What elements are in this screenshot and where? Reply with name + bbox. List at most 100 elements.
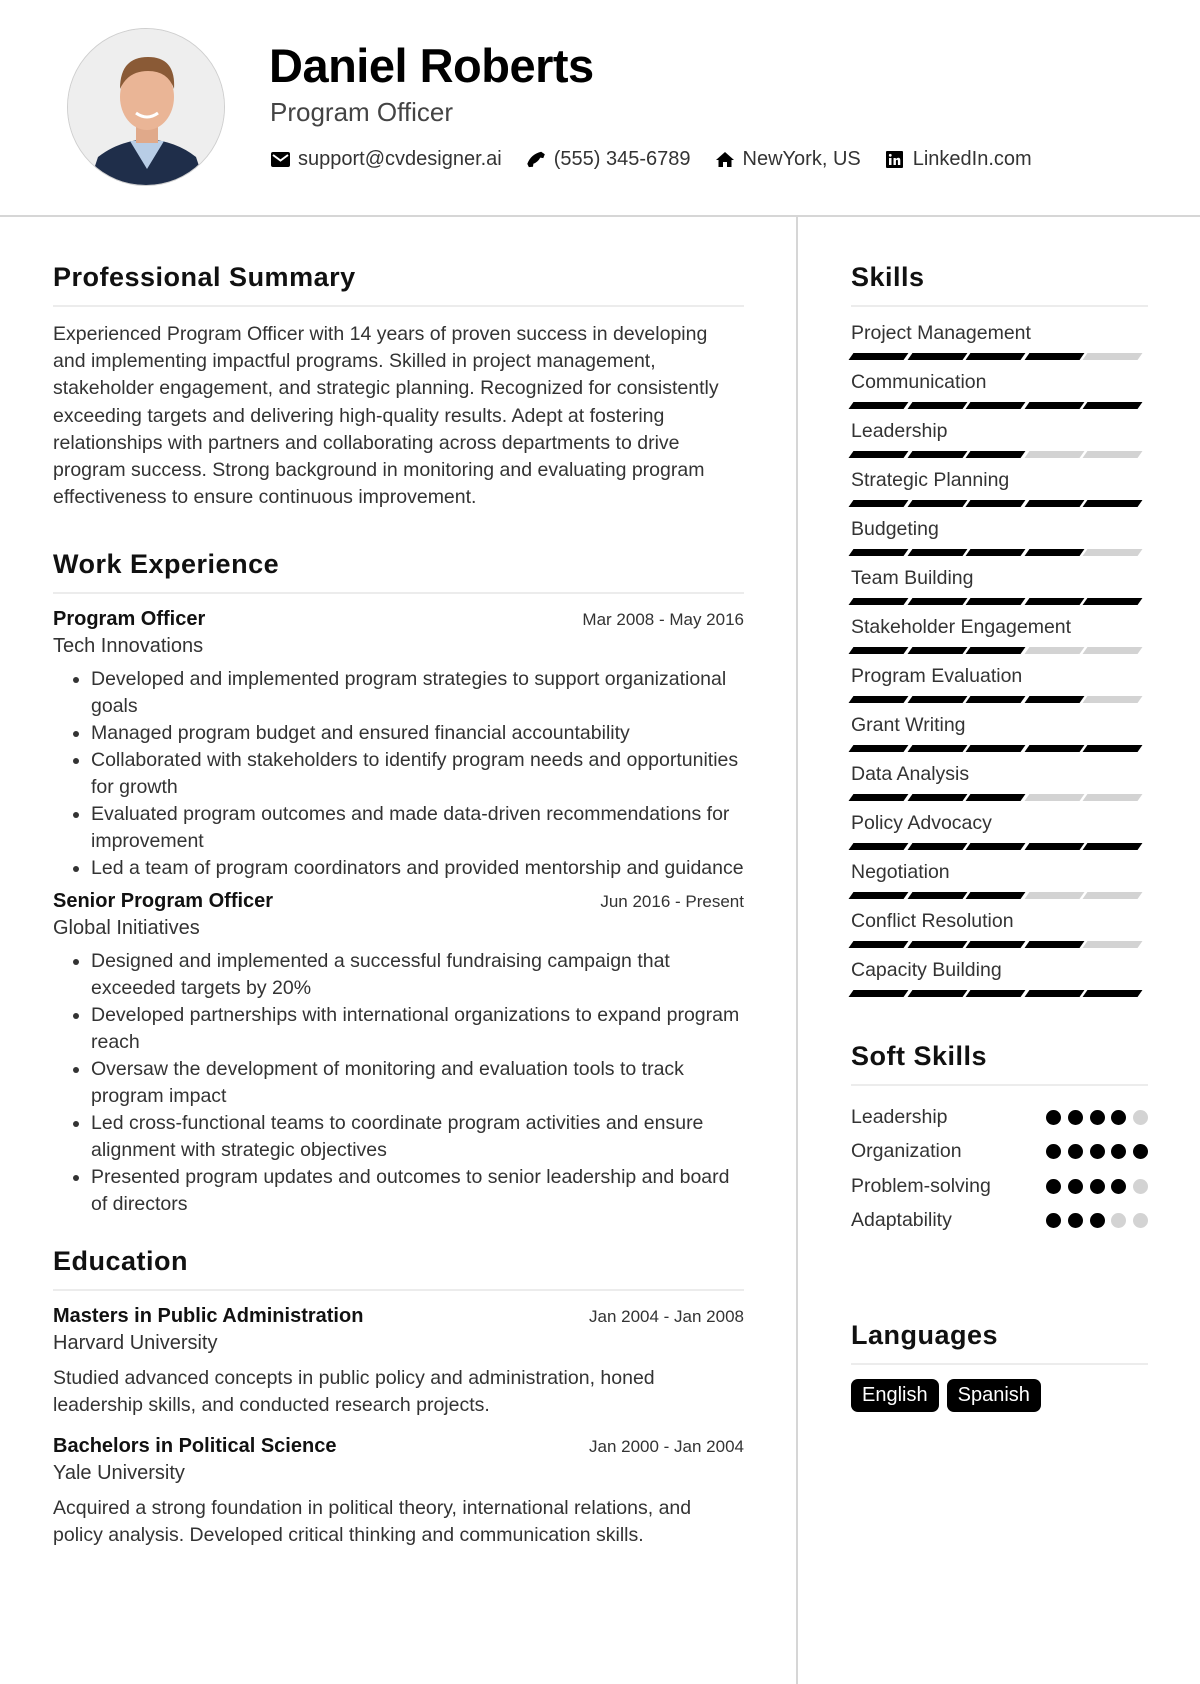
education-description: Studied advanced concepts in public poli…	[53, 1367, 655, 1417]
degree-title: Bachelors in Political Science	[53, 1435, 337, 1458]
skill-segment-filled	[907, 794, 967, 801]
person-portrait-icon	[68, 29, 224, 185]
skill-segment-filled	[848, 941, 909, 948]
skill-level-bar	[848, 451, 1148, 458]
main-column: Professional Summary Experienced Program…	[53, 262, 744, 1565]
job-title: Program Officer	[53, 608, 206, 631]
skill-segment-filled	[848, 794, 909, 801]
education-header: Bachelors in Political Science Jan 2000 -…	[53, 1435, 744, 1458]
contact-location[interactable]: NewYork, US	[715, 148, 861, 171]
job-entry: Program Officer Mar 2008 - May 2016 Tech I…	[53, 608, 744, 882]
skill-name: Conflict Resolution	[851, 910, 1014, 932]
skill-item: Strategic Planning	[848, 468, 1148, 507]
skill-segment-empty	[1082, 696, 1143, 703]
section-heading: Soft Skills	[851, 1041, 1148, 1086]
contact-list: support@cvdesigner.ai (555) 345-6789 New…	[270, 148, 1056, 171]
job-bullet: Led cross-functional teams to coordinate…	[91, 1110, 744, 1164]
skill-segment-filled	[848, 990, 909, 997]
skill-segment-filled	[1024, 353, 1084, 360]
rating-dot-empty-icon	[1133, 1178, 1148, 1194]
skill-list: Project Management Communication Leadershi…	[848, 321, 1148, 997]
job-dates: Mar 2008 - May 2016	[582, 610, 744, 630]
skill-item: Negotiation	[848, 860, 1148, 899]
skill-name: Grant Writing	[851, 714, 966, 736]
education-entry: Masters in Public Administration Jan 2004…	[53, 1305, 744, 1419]
candidate-title: Program Officer	[270, 97, 454, 127]
skill-segment-filled	[907, 696, 967, 703]
skill-segment-empty	[1024, 794, 1084, 801]
skill-name: Budgeting	[851, 518, 939, 540]
section-heading: Work Experience	[53, 549, 744, 595]
summary-section: Professional Summary Experienced Program…	[53, 262, 744, 511]
skill-segment-filled	[848, 598, 909, 605]
phone-icon	[526, 150, 546, 170]
skill-segment-filled	[848, 647, 909, 654]
contact-phone[interactable]: (555) 345-6789	[526, 148, 691, 171]
skill-item: Budgeting	[848, 517, 1148, 556]
education-entry: Bachelors in Political Science Jan 2000 -…	[53, 1435, 744, 1549]
job-bullet: Developed and implemented program strate…	[91, 666, 744, 720]
education-header: Masters in Public Administration Jan 2004…	[53, 1305, 744, 1328]
rating-dot-filled-icon	[1089, 1144, 1105, 1160]
education-description: Acquired a strong foundation in politica…	[53, 1497, 692, 1547]
candidate-name: Daniel Roberts	[269, 39, 594, 92]
soft-skill-rating	[1046, 1144, 1148, 1160]
skill-level-bar	[848, 353, 1148, 360]
skill-segment-filled	[1024, 843, 1084, 850]
skill-segment-filled	[848, 451, 909, 458]
skill-item: Policy Advocacy	[848, 811, 1148, 850]
contact-email[interactable]: support@cvdesigner.ai	[270, 148, 502, 171]
section-heading: Languages	[851, 1320, 1148, 1365]
skill-segment-empty	[1082, 647, 1143, 654]
skill-item: Leadership	[848, 419, 1148, 458]
skill-segment-filled	[965, 647, 1026, 654]
skill-item: Grant Writing	[848, 713, 1148, 752]
skill-level-bar	[848, 941, 1148, 948]
rating-dot-empty-icon	[1111, 1213, 1127, 1229]
skill-name: Negotiation	[851, 861, 950, 883]
job-bullet: Led a team of program coordinators and p…	[91, 855, 744, 882]
skill-name: Strategic Planning	[851, 469, 1010, 491]
skill-name: Stakeholder Engagement	[851, 616, 1072, 638]
summary-text: Experienced Program Officer with 14 year…	[53, 323, 719, 509]
skill-segment-filled	[848, 549, 909, 556]
skill-item: Stakeholder Engagement	[848, 615, 1148, 654]
skill-segment-filled	[907, 500, 967, 507]
job-bullet: Oversaw the development of monitoring an…	[91, 1056, 744, 1110]
skill-item: Program Evaluation	[848, 664, 1148, 703]
rating-dot-filled-icon	[1046, 1213, 1061, 1229]
profile-photo	[67, 28, 225, 186]
skill-segment-filled	[907, 941, 967, 948]
skill-item: Communication	[848, 370, 1148, 409]
soft-skill-item: Leadership	[851, 1100, 1148, 1135]
skill-segment-filled	[1024, 745, 1084, 752]
skill-segment-filled	[907, 451, 967, 458]
contact-email-text: support@cvdesigner.ai	[298, 148, 502, 170]
contact-linkedin[interactable]: LinkedIn.com	[885, 148, 1032, 171]
education-dates: Jan 2004 - Jan 2008	[588, 1307, 744, 1327]
rating-dot-filled-icon	[1133, 1144, 1148, 1160]
rating-dot-filled-icon	[1067, 1144, 1083, 1160]
skill-segment-empty	[1082, 549, 1143, 556]
soft-skill-name: Problem-solving	[851, 1174, 991, 1197]
section-heading: Skills	[851, 262, 1148, 307]
job-bullet: Designed and implemented a successful fu…	[91, 948, 744, 1002]
skill-segment-filled	[1024, 549, 1084, 556]
experience-section: Work Experience Program Officer Mar 2008 …	[53, 549, 744, 1218]
skill-segment-filled	[848, 402, 909, 409]
skill-name: Communication	[851, 371, 987, 393]
education-dates: Jan 2000 - Jan 2004	[588, 1437, 744, 1457]
rating-dot-empty-icon	[1133, 1213, 1148, 1229]
rating-dot-filled-icon	[1067, 1213, 1083, 1229]
degree-title: Masters in Public Administration	[53, 1305, 364, 1328]
skill-segment-empty	[1082, 451, 1143, 458]
skill-segment-filled	[1024, 598, 1084, 605]
linkedin-icon	[885, 150, 905, 170]
soft-skill-item: Problem-solving	[851, 1169, 1148, 1204]
skill-segment-filled	[965, 696, 1026, 703]
section-heading: Professional Summary	[53, 262, 744, 307]
skill-segment-filled	[1082, 990, 1143, 997]
skill-segment-filled	[907, 353, 967, 360]
skill-level-bar	[848, 696, 1148, 703]
skill-segment-filled	[1082, 500, 1143, 507]
